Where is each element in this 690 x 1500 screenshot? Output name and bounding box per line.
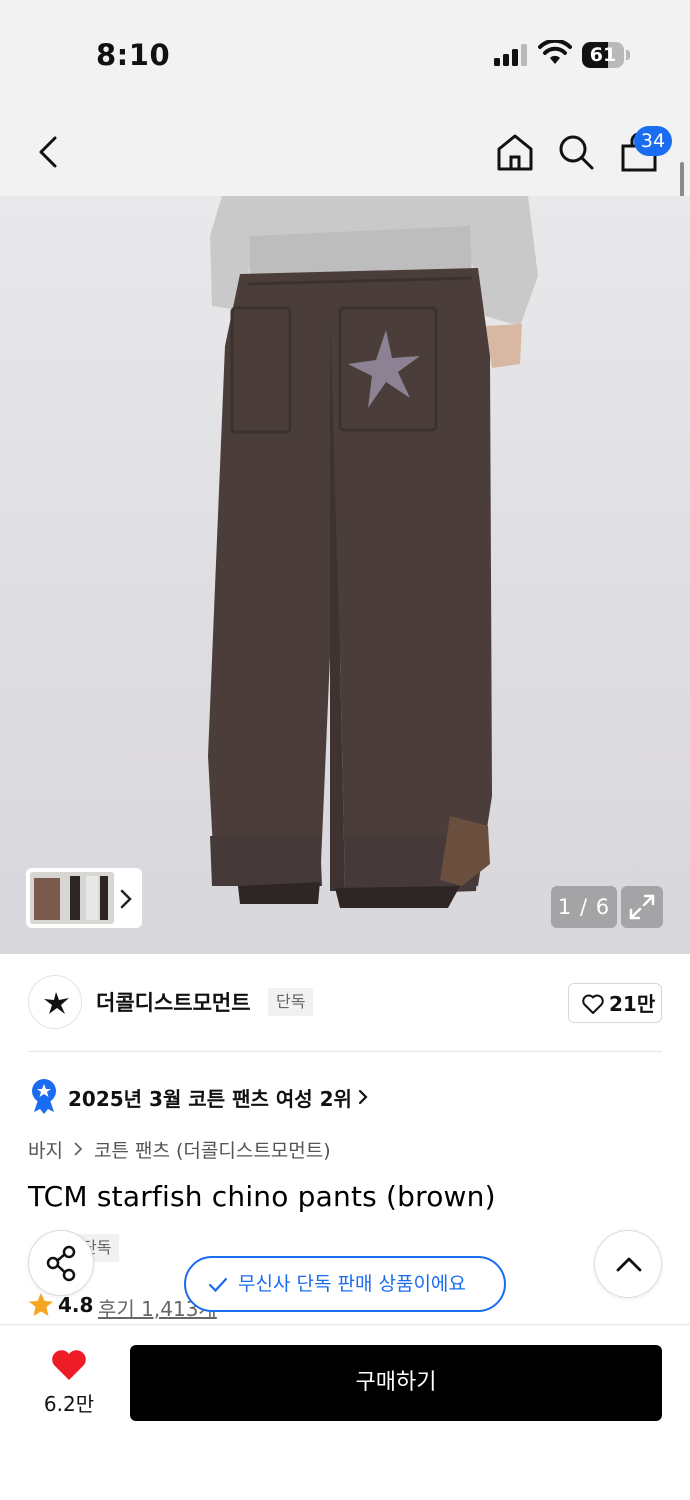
wifi-icon bbox=[538, 40, 572, 64]
home-button[interactable] bbox=[490, 128, 540, 176]
exclusive-toast: 무신사 단독 판매 상품이에요 bbox=[184, 1256, 506, 1312]
expand-icon bbox=[629, 894, 655, 920]
brand-like-button[interactable]: 21만 bbox=[568, 983, 662, 1023]
battery-percent: 61 bbox=[589, 44, 617, 66]
home-icon bbox=[497, 134, 533, 171]
back-button[interactable] bbox=[26, 128, 70, 176]
chevron-right-icon[interactable] bbox=[116, 886, 136, 912]
check-icon bbox=[208, 1277, 228, 1293]
status-bar: 8:10 61 bbox=[0, 0, 690, 100]
chevron-left-icon bbox=[39, 136, 57, 168]
divider bbox=[28, 1051, 662, 1052]
image-counter: 1 / 6 bbox=[551, 886, 617, 928]
buy-button[interactable]: 구매하기 bbox=[130, 1345, 662, 1421]
top-navigation bbox=[0, 100, 690, 196]
chevron-right-icon bbox=[74, 1142, 83, 1156]
heart-filled-icon[interactable] bbox=[50, 1348, 88, 1382]
battery-indicator: 61 bbox=[582, 42, 630, 68]
status-time: 8:10 bbox=[96, 38, 171, 72]
chevron-right-icon bbox=[358, 1089, 368, 1105]
exclusive-badge: 단독 bbox=[268, 988, 314, 1016]
toast-text: 무신사 단독 판매 상품이에요 bbox=[238, 1273, 466, 1295]
starfish-logo-icon bbox=[44, 992, 69, 1014]
breadcrumb-subcategory[interactable]: 코튼 팬츠 (더콜디스트모먼트) bbox=[94, 1136, 331, 1163]
search-icon bbox=[559, 135, 594, 170]
ranking-link[interactable]: 2025년 3월 코튼 팬츠 여성 2위 bbox=[68, 1083, 352, 1112]
brand-name[interactable]: 더콜디스트모먼트 bbox=[96, 987, 251, 1017]
brand-logo[interactable] bbox=[28, 975, 82, 1029]
product-like-count: 6.2만 bbox=[43, 1392, 95, 1416]
product-image[interactable] bbox=[0, 196, 690, 954]
cart-count-badge: 34 bbox=[634, 126, 672, 156]
cellular-signal-icon bbox=[494, 44, 527, 66]
breadcrumb-category[interactable]: 바지 bbox=[28, 1136, 63, 1163]
share-icon bbox=[46, 1245, 76, 1282]
product-photo-pants bbox=[208, 196, 538, 908]
brand-like-count: 21만 bbox=[609, 992, 656, 1016]
scroll-to-top-button[interactable] bbox=[594, 1230, 662, 1298]
share-button[interactable] bbox=[28, 1230, 94, 1296]
expand-image-button[interactable] bbox=[621, 886, 663, 928]
chevron-up-icon bbox=[616, 1257, 642, 1272]
thumbnail-image[interactable] bbox=[30, 872, 114, 924]
search-button[interactable] bbox=[552, 128, 600, 176]
heart-outline-icon bbox=[582, 994, 604, 1014]
ranking-badge-icon bbox=[32, 1079, 56, 1114]
product-title: TCM starfish chino pants (brown) bbox=[28, 1180, 496, 1213]
